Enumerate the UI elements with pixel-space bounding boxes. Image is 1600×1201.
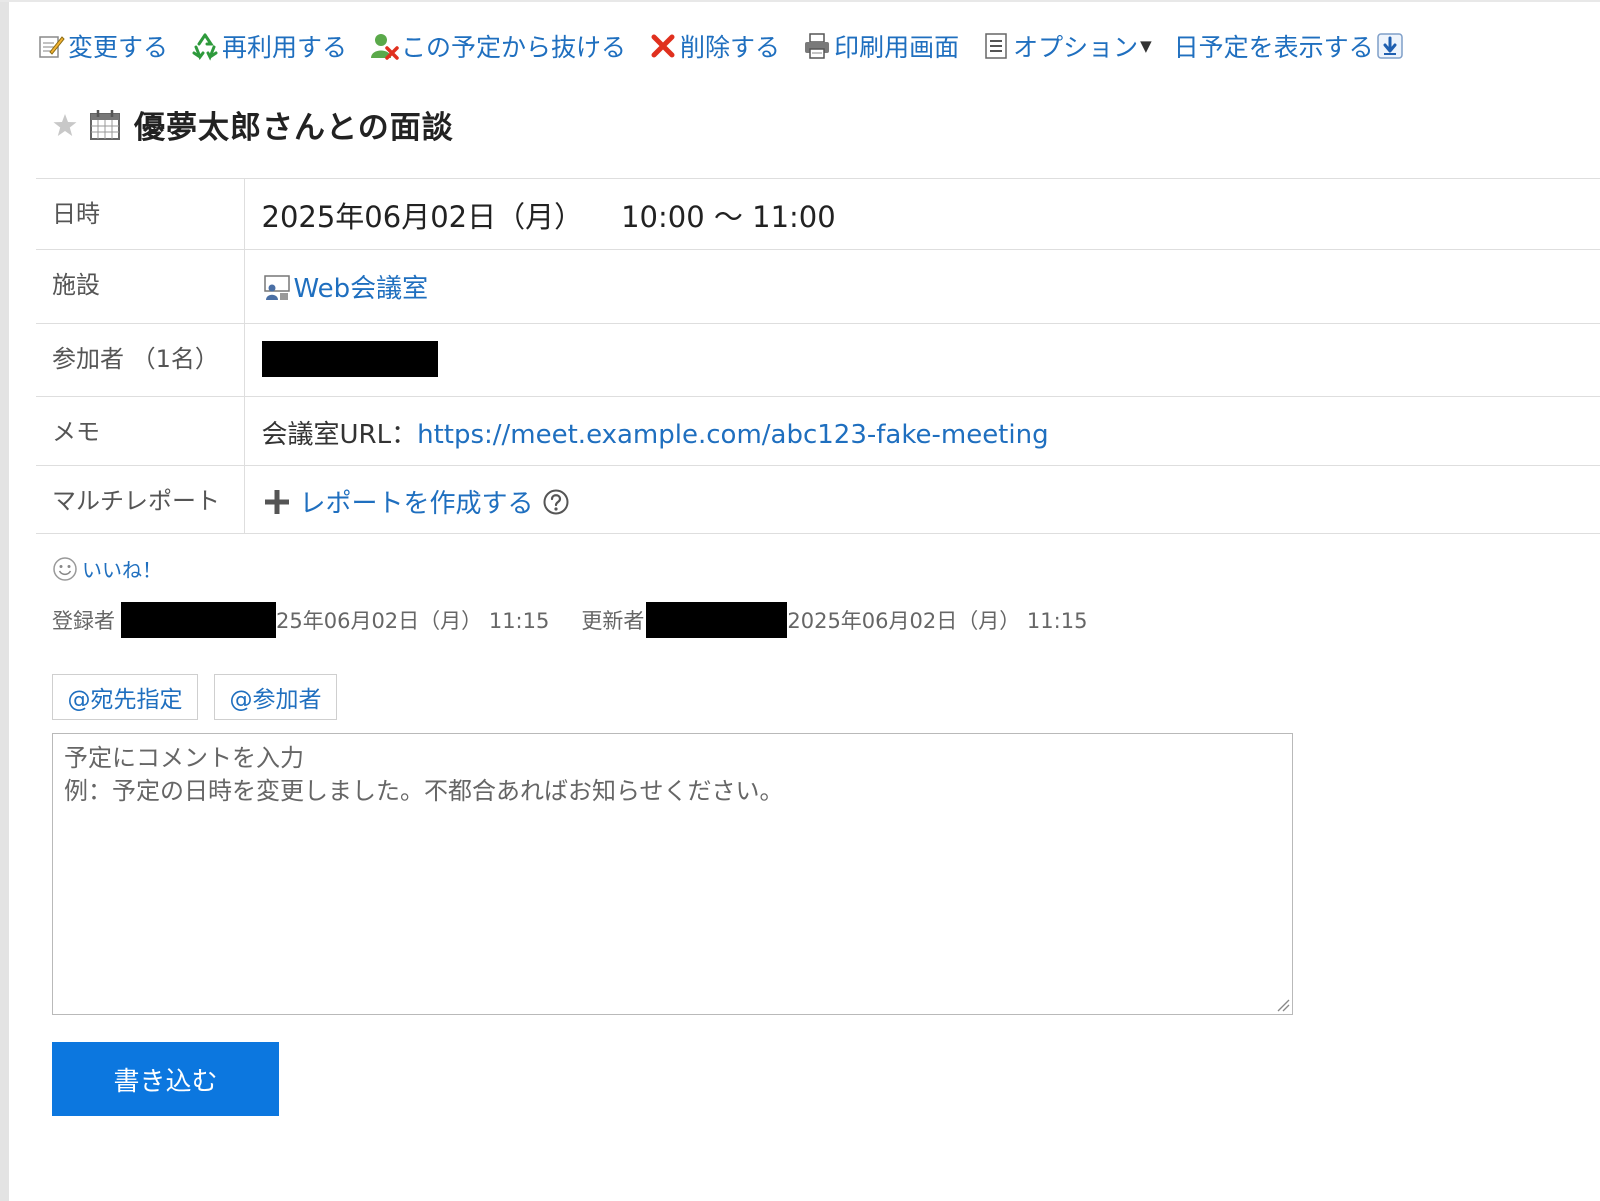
help-icon[interactable] xyxy=(542,488,570,516)
page-top-border xyxy=(0,0,1600,2)
leave-schedule-button[interactable]: この予定から抜ける xyxy=(369,28,626,64)
schedule-details-table: 日時 2025年06月02日（月） 10:00 ～ 11:00 施設 Web会議室… xyxy=(36,178,1600,534)
comment-input[interactable] xyxy=(52,733,1293,1015)
datetime-cell: 2025年06月02日（月） 10:00 ～ 11:00 xyxy=(244,178,1600,250)
delete-icon xyxy=(651,34,675,58)
edit-label: 変更する xyxy=(68,33,169,62)
multi-report-actions: レポートを作成する xyxy=(262,466,1600,520)
facility-label: 施設 xyxy=(36,249,245,324)
post-comment-button[interactable]: 書き込む xyxy=(52,1042,279,1116)
plus-icon xyxy=(264,489,289,514)
table-row-facility: 施設 Web会議室 xyxy=(36,249,1600,324)
recycle-icon xyxy=(192,33,218,61)
resize-handle-icon[interactable] xyxy=(1276,998,1290,1012)
registered-at: 25年06月02日（月） 11:15 xyxy=(276,609,550,633)
redacted-participant xyxy=(261,341,438,377)
datetime-value: 2025年06月02日（月） 10:00 ～ 11:00 xyxy=(262,179,1600,236)
favorite-star-icon[interactable] xyxy=(52,112,78,138)
meeting-room-icon xyxy=(263,274,290,300)
table-row-multi-report: マルチレポート レポートを作成する xyxy=(36,465,1600,534)
like-button[interactable]: いいね！ xyxy=(52,554,162,583)
options-dropdown[interactable]: オプション ▼ xyxy=(981,28,1152,64)
table-row-participants: 参加者 （1名） xyxy=(36,323,1600,397)
updater-label: 更新者 xyxy=(581,609,645,633)
print-view-label: 印刷用画面 xyxy=(834,33,960,62)
participants-label: 参加者 （1名） xyxy=(36,323,245,397)
toolbar: 変更する 再利用する この予定から抜ける 削除する 印刷用画面 オプション ▼ … xyxy=(36,28,1426,64)
caret-down-icon: ▼ xyxy=(1140,37,1152,55)
calendar-icon xyxy=(90,109,120,140)
show-day-schedule-label: 日予定を表示する xyxy=(1173,33,1374,62)
table-row-memo: メモ 会議室URL：https://meet.example.com/abc12… xyxy=(36,396,1600,466)
print-view-button[interactable]: 印刷用画面 xyxy=(802,28,959,64)
print-icon xyxy=(805,33,830,59)
reuse-button[interactable]: 再利用する xyxy=(190,28,347,64)
schedule-title-row: 優夢太郎さんとの面談 xyxy=(52,102,454,147)
options-label: オプション xyxy=(1013,33,1139,62)
options-list-icon xyxy=(985,33,1007,59)
meeting-url-link[interactable]: https://meet.example.com/abc123-fake-mee… xyxy=(417,420,1049,450)
memo-value: 会議室URL：https://meet.example.com/abc123-f… xyxy=(262,397,1600,451)
delete-label: 削除する xyxy=(680,33,781,62)
facility-value: Web会議室 xyxy=(293,274,429,304)
page-left-border xyxy=(0,0,9,1201)
time-value: 10:00 ～ 11:00 xyxy=(621,200,836,234)
edit-icon xyxy=(39,36,65,58)
mention-address-button[interactable]: @宛先指定 xyxy=(52,674,198,720)
download-arrow-icon xyxy=(1376,33,1403,59)
memo-prefix: 会議室URL： xyxy=(261,420,418,450)
registrant-label: 登録者 xyxy=(52,609,115,633)
leave-schedule-label: この予定から抜ける xyxy=(401,33,627,62)
facility-cell: Web会議室 xyxy=(244,249,1600,324)
show-day-schedule-button[interactable]: 日予定を表示する xyxy=(1174,28,1404,64)
multi-report-label: マルチレポート xyxy=(36,465,245,534)
date-value: 2025年06月02日（月） xyxy=(261,200,584,234)
like-label: いいね！ xyxy=(82,558,162,582)
memo-label: メモ xyxy=(36,396,245,466)
smiley-icon xyxy=(53,556,77,581)
table-row-datetime: 日時 2025年06月02日（月） 10:00 ～ 11:00 xyxy=(36,178,1600,250)
reuse-label: 再利用する xyxy=(222,33,348,62)
edit-button[interactable]: 変更する xyxy=(36,28,168,64)
memo-cell: 会議室URL：https://meet.example.com/abc123-f… xyxy=(244,396,1600,466)
participants-cell xyxy=(244,323,1600,397)
leave-user-icon xyxy=(371,34,399,60)
updated-at: 2025年06月02日（月） 11:15 xyxy=(787,609,1088,633)
mention-participants-button[interactable]: @参加者 xyxy=(214,674,337,720)
datetime-label: 日時 xyxy=(36,178,245,250)
create-report-link[interactable]: レポートを作成する xyxy=(300,483,534,520)
redacted-updater xyxy=(646,602,788,638)
redacted-registrant xyxy=(121,602,276,638)
multi-report-cell: レポートを作成する xyxy=(244,465,1600,534)
facility-link[interactable]: Web会議室 xyxy=(262,250,1600,305)
delete-button[interactable]: 削除する xyxy=(648,28,780,64)
registration-info: 登録者 25年06月02日（月） 11:15 更新者 2025年06月02日（月… xyxy=(52,602,1087,638)
page-title: 優夢太郎さんとの面談 xyxy=(134,110,454,146)
